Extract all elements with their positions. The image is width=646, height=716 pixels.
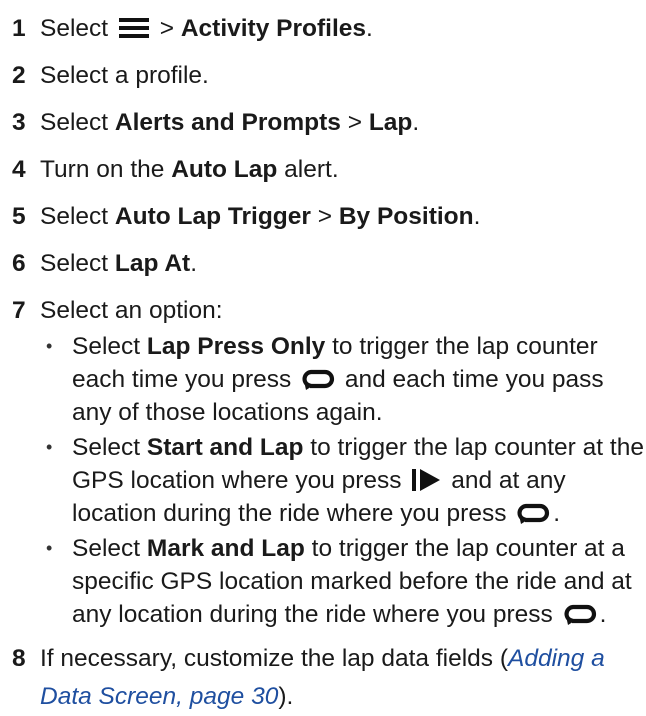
step-text: Select <box>40 250 109 277</box>
step-text: . <box>473 203 481 230</box>
option-text: . <box>553 500 561 527</box>
step-7: 7 Select an option: Select Lap Press Onl… <box>0 292 646 631</box>
option-item: Select Mark and Lap to trigger the lap c… <box>40 532 646 631</box>
step-1: 1 Select > Activity Profiles. <box>0 10 646 48</box>
lap-icon <box>302 369 335 390</box>
lap-icon <box>564 604 596 625</box>
step-number: 3 <box>12 109 26 136</box>
step-bold: Lap <box>368 109 413 136</box>
step-5: 5 Select Auto Lap Trigger > By Position. <box>0 198 646 236</box>
separator: > <box>159 15 175 42</box>
play-icon <box>412 468 441 491</box>
step-text: Select a profile. <box>40 62 209 89</box>
step-text: alert. <box>284 156 339 183</box>
lap-icon <box>517 503 550 524</box>
step-text: Select <box>40 203 109 230</box>
separator: > <box>317 203 333 230</box>
step-3: 3 Select Alerts and Prompts > Lap. <box>0 104 646 142</box>
option-text: Select <box>72 535 141 562</box>
step-bold: Lap At <box>114 250 191 277</box>
option-item: Select Start and Lap to trigger the lap … <box>40 431 646 530</box>
step-text: . <box>412 109 420 136</box>
step-number: 4 <box>12 156 26 183</box>
step-number: 6 <box>12 250 26 277</box>
option-bold: Mark and Lap <box>146 535 305 562</box>
option-list: Select Lap Press Only to trigger the lap… <box>40 330 646 631</box>
step-bold: Activity Profiles <box>180 15 367 42</box>
option-text: . <box>599 601 607 628</box>
menu-icon <box>118 17 149 38</box>
option-item: Select Lap Press Only to trigger the lap… <box>40 330 646 429</box>
step-number: 7 <box>12 297 26 324</box>
step-2: 2 Select a profile. <box>0 57 646 95</box>
step-8: 8 If necessary, customize the lap data f… <box>0 640 646 716</box>
step-bold: By Position <box>338 203 474 230</box>
step-number: 8 <box>12 645 26 672</box>
step-number: 5 <box>12 203 26 230</box>
step-text: ). <box>278 683 294 710</box>
step-bold: Auto Lap Trigger <box>114 203 311 230</box>
step-number: 2 <box>12 62 26 89</box>
step-bold: Auto Lap <box>171 156 278 183</box>
option-bold: Lap Press Only <box>146 333 326 360</box>
step-text: Turn on the <box>40 156 165 183</box>
step-6: 6 Select Lap At. <box>0 245 646 283</box>
separator: > <box>347 109 363 136</box>
option-bold: Start and Lap <box>146 434 304 461</box>
step-text: . <box>190 250 198 277</box>
option-text: Select <box>72 333 141 360</box>
option-text: Select <box>72 434 141 461</box>
step-text: Select <box>40 109 109 136</box>
instruction-steps: 1 Select > Activity Profiles. 2 Select a… <box>0 0 646 716</box>
step-text: Select an option: <box>40 297 223 324</box>
step-bold: Alerts and Prompts <box>114 109 341 136</box>
step-number: 1 <box>12 15 26 42</box>
step-text: Select <box>40 15 109 42</box>
step-4: 4 Turn on the Auto Lap alert. <box>0 151 646 189</box>
step-text: . <box>366 15 373 42</box>
